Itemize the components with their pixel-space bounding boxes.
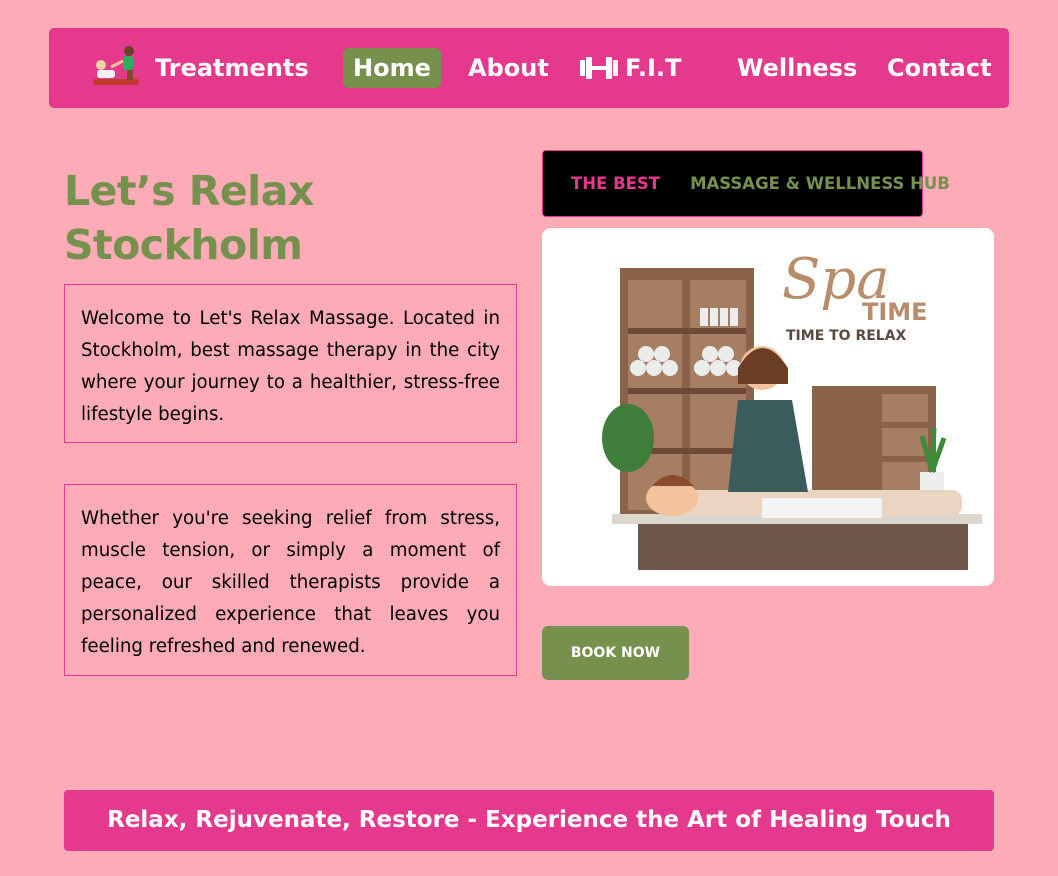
tagline-part1: THE BEST [571, 174, 661, 193]
nav-item-fit[interactable]: F.I.T [579, 48, 681, 88]
spa-illustration: Spa TIME TIME TO RELAX [542, 228, 994, 586]
tagline-banner: THE BEST MASSAGE & WELLNESS HUB [542, 150, 950, 217]
nav-item-fit-label: F.I.T [625, 54, 682, 82]
massage-therapy-logo-icon[interactable] [89, 43, 143, 91]
nav-item-contact[interactable]: Contact [887, 48, 992, 88]
main-nav: Treatments Home About F.I.T Wellness Con… [49, 28, 1009, 108]
nav-item-wellness[interactable]: Wellness [737, 48, 857, 88]
spa-title-word2: TIME [862, 298, 928, 326]
page-title-line2: Stockholm [64, 221, 303, 269]
spa-subtitle: TIME TO RELAX [786, 328, 907, 344]
tagline-part2: MASSAGE & WELLNESS HUB [690, 174, 950, 193]
page-title-line1: Let’s Relax [64, 167, 314, 215]
footer-banner: Relax, Rejuvenate, Restore - Experience … [64, 790, 994, 851]
spa-massage-image: Spa TIME TIME TO RELAX [542, 228, 994, 586]
intro-paragraph-2: Whether you're seeking relief from stres… [64, 484, 517, 676]
nav-item-about[interactable]: About [468, 48, 549, 88]
book-now-button[interactable]: BOOK NOW [542, 626, 689, 680]
nav-item-treatments[interactable]: Treatments [155, 48, 309, 88]
dumbbell-icon [580, 57, 618, 79]
intro-paragraph-1: Welcome to Let's Relax Massage. Located … [64, 284, 517, 443]
nav-item-home[interactable]: Home [343, 48, 441, 88]
page-title: Let’s Relax Stockholm [64, 164, 504, 272]
